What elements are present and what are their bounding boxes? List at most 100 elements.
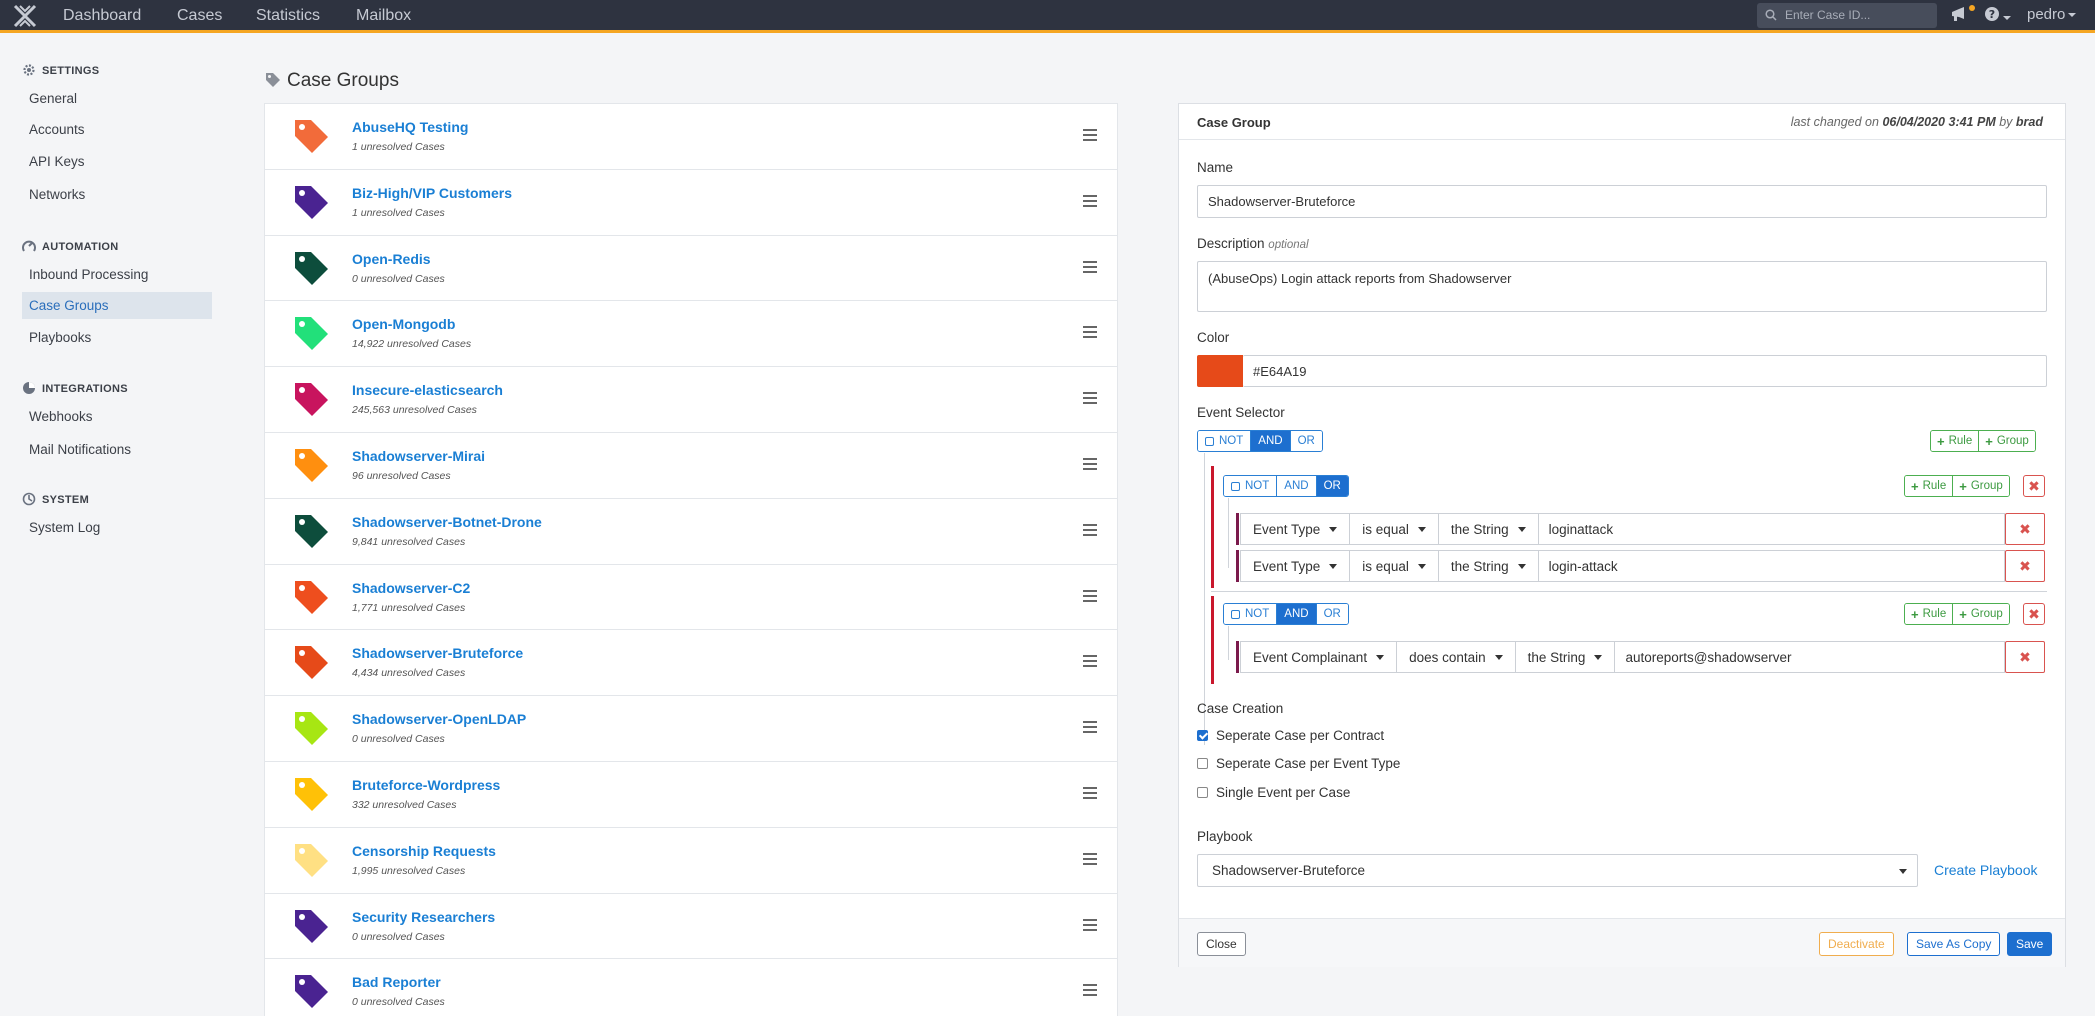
case-group-row[interactable]: Security Researchers 0 unresolved Cases bbox=[265, 894, 1117, 960]
color-input[interactable] bbox=[1243, 355, 2047, 387]
drag-handle-icon[interactable] bbox=[1083, 392, 1097, 405]
rule-type-select[interactable]: the String bbox=[1437, 514, 1538, 544]
group1-rule-1-delete[interactable]: ✖ bbox=[2005, 513, 2045, 545]
case-group-row[interactable]: Open-Mongodb 14,922 unresolved Cases bbox=[265, 301, 1117, 368]
case-group-row[interactable]: Bad Reporter 0 unresolved Cases bbox=[265, 959, 1117, 1016]
sidebar-item-inbound-processing[interactable]: Inbound Processing bbox=[22, 261, 212, 288]
help-icon[interactable]: ? bbox=[1984, 6, 2011, 26]
case-group-row[interactable]: Censorship Requests 1,995 unresolved Case… bbox=[265, 828, 1117, 894]
group1-not-toggle[interactable]: NOT bbox=[1224, 476, 1277, 496]
group2-delete-button[interactable]: ✖ bbox=[2023, 603, 2045, 625]
group1-and-button[interactable]: AND bbox=[1276, 476, 1316, 496]
drag-handle-icon[interactable] bbox=[1083, 721, 1097, 734]
case-group-row[interactable]: Shadowserver-OpenLDAP 0 unresolved Cases bbox=[265, 696, 1117, 762]
group2-or-button[interactable]: OR bbox=[1315, 604, 1348, 624]
group2-and-button[interactable]: AND bbox=[1276, 604, 1316, 624]
case-group-name[interactable]: Insecure-elasticsearch bbox=[352, 382, 503, 398]
option-single-event-per-case[interactable]: Single Event per Case bbox=[1197, 785, 1350, 800]
sidebar-item-general[interactable]: General bbox=[22, 85, 212, 112]
close-button[interactable]: Close bbox=[1197, 932, 1246, 956]
case-group-name[interactable]: Shadowserver-Mirai bbox=[352, 448, 485, 464]
case-group-name[interactable]: Biz-High/VIP Customers bbox=[352, 185, 512, 201]
group2-add-group-button[interactable]: + Group bbox=[1952, 604, 2009, 624]
sidebar-item-playbooks[interactable]: Playbooks bbox=[22, 324, 212, 351]
option-separate-per-contract[interactable]: Seperate Case per Contract bbox=[1197, 728, 1384, 743]
case-group-row[interactable]: Insecure-elasticsearch 245,563 unresolved… bbox=[265, 367, 1117, 433]
rule-operator-select[interactable]: does contain bbox=[1396, 642, 1515, 672]
case-group-name[interactable]: Shadowserver-C2 bbox=[352, 580, 470, 596]
case-id-search-input[interactable]: Enter Case ID... bbox=[1757, 3, 1937, 28]
group1-delete-button[interactable]: ✖ bbox=[2023, 475, 2045, 497]
rule-value-input[interactable]: autoreports@shadowserver bbox=[1614, 642, 2004, 672]
rule-value-input[interactable]: login-attack bbox=[1537, 551, 2004, 581]
drag-handle-icon[interactable] bbox=[1083, 918, 1097, 931]
drag-handle-icon[interactable] bbox=[1083, 260, 1097, 273]
rule-type-select[interactable]: the String bbox=[1514, 642, 1615, 672]
case-group-name[interactable]: Bruteforce-Wordpress bbox=[352, 777, 500, 793]
case-group-name[interactable]: Censorship Requests bbox=[352, 843, 496, 859]
group2-rule-1-delete[interactable]: ✖ bbox=[2005, 641, 2045, 673]
rule-operator-select[interactable]: is equal bbox=[1349, 514, 1438, 544]
root-add-rule-button[interactable]: + Rule bbox=[1931, 431, 1979, 451]
case-group-row[interactable]: Bruteforce-Wordpress 332 unresolved Cases bbox=[265, 762, 1117, 828]
sidebar-item-case-groups[interactable]: Case Groups bbox=[22, 292, 212, 319]
sidebar-item-networks[interactable]: Networks bbox=[22, 181, 212, 208]
save-button[interactable]: Save bbox=[2007, 932, 2053, 956]
case-group-name[interactable]: Open-Redis bbox=[352, 251, 431, 267]
drag-handle-icon[interactable] bbox=[1083, 326, 1097, 339]
root-or-button[interactable]: OR bbox=[1289, 431, 1322, 451]
case-group-name[interactable]: Bad Reporter bbox=[352, 974, 441, 990]
case-group-row[interactable]: Shadowserver-Bruteforce 4,434 unresolved … bbox=[265, 630, 1117, 697]
drag-handle-icon[interactable] bbox=[1083, 852, 1097, 865]
group1-rule-2-delete[interactable]: ✖ bbox=[2005, 550, 2045, 582]
rule-field-select[interactable]: Event Type bbox=[1241, 551, 1349, 581]
sidebar-item-mail-notifications[interactable]: Mail Notifications bbox=[22, 436, 212, 463]
group1-add-rule-button[interactable]: + Rule bbox=[1905, 476, 1953, 496]
case-group-row[interactable]: Open-Redis 0 unresolved Cases bbox=[265, 236, 1117, 302]
color-swatch[interactable] bbox=[1197, 355, 1243, 387]
case-group-row[interactable]: Shadowserver-Botnet-Drone 9,841 unresolve… bbox=[265, 499, 1117, 565]
group1-or-button[interactable]: OR bbox=[1315, 476, 1348, 496]
group2-not-toggle[interactable]: NOT bbox=[1224, 604, 1277, 624]
group1-add-group-button[interactable]: + Group bbox=[1952, 476, 2009, 496]
case-group-name[interactable]: Shadowserver-Botnet-Drone bbox=[352, 514, 542, 530]
nav-dashboard[interactable]: Dashboard bbox=[63, 7, 141, 25]
sidebar-item-webhooks[interactable]: Webhooks bbox=[22, 403, 212, 430]
rule-type-select[interactable]: the String bbox=[1437, 551, 1538, 581]
case-group-row[interactable]: Shadowserver-C2 1,771 unresolved Cases bbox=[265, 565, 1117, 631]
case-group-row[interactable]: Shadowserver-Mirai 96 unresolved Cases bbox=[265, 433, 1117, 499]
case-group-name[interactable]: Open-Mongodb bbox=[352, 316, 455, 332]
drag-handle-icon[interactable] bbox=[1083, 457, 1097, 470]
root-add-group-button[interactable]: + Group bbox=[1978, 431, 2035, 451]
user-menu[interactable]: pedro bbox=[2027, 6, 2077, 23]
nav-cases[interactable]: Cases bbox=[177, 7, 222, 25]
drag-handle-icon[interactable] bbox=[1083, 589, 1097, 602]
rule-field-select[interactable]: Event Complainant bbox=[1241, 642, 1396, 672]
group2-add-rule-button[interactable]: + Rule bbox=[1905, 604, 1953, 624]
drag-handle-icon[interactable] bbox=[1083, 786, 1097, 799]
create-playbook-link[interactable]: Create Playbook bbox=[1934, 862, 2038, 878]
nav-mailbox[interactable]: Mailbox bbox=[356, 7, 411, 25]
rule-operator-select[interactable]: is equal bbox=[1349, 551, 1438, 581]
drag-handle-icon[interactable] bbox=[1083, 655, 1097, 668]
drag-handle-icon[interactable] bbox=[1083, 984, 1097, 997]
app-logo-icon[interactable] bbox=[12, 3, 38, 29]
rule-field-select[interactable]: Event Type bbox=[1241, 514, 1349, 544]
case-group-row[interactable]: Biz-High/VIP Customers 1 unresolved Cases bbox=[265, 170, 1117, 236]
drag-handle-icon[interactable] bbox=[1083, 129, 1097, 141]
rule-value-input[interactable]: loginattack bbox=[1537, 514, 2004, 544]
root-and-button[interactable]: AND bbox=[1250, 431, 1290, 451]
name-input[interactable] bbox=[1197, 185, 2047, 218]
case-group-name[interactable]: Shadowserver-Bruteforce bbox=[352, 645, 523, 661]
sidebar-item-accounts[interactable]: Accounts bbox=[22, 116, 212, 143]
drag-handle-icon[interactable] bbox=[1083, 194, 1097, 207]
playbook-select[interactable]: Shadowserver-Bruteforce bbox=[1197, 854, 1918, 887]
case-group-name[interactable]: AbuseHQ Testing bbox=[352, 119, 468, 135]
announcements-icon[interactable] bbox=[1950, 6, 1968, 26]
root-not-toggle[interactable]: NOT bbox=[1198, 431, 1251, 451]
sidebar-item-system-log[interactable]: System Log bbox=[22, 514, 212, 541]
drag-handle-icon[interactable] bbox=[1083, 523, 1097, 536]
nav-statistics[interactable]: Statistics bbox=[256, 7, 320, 25]
case-group-name[interactable]: Shadowserver-OpenLDAP bbox=[352, 711, 526, 727]
sidebar-item-api-keys[interactable]: API Keys bbox=[22, 148, 212, 175]
